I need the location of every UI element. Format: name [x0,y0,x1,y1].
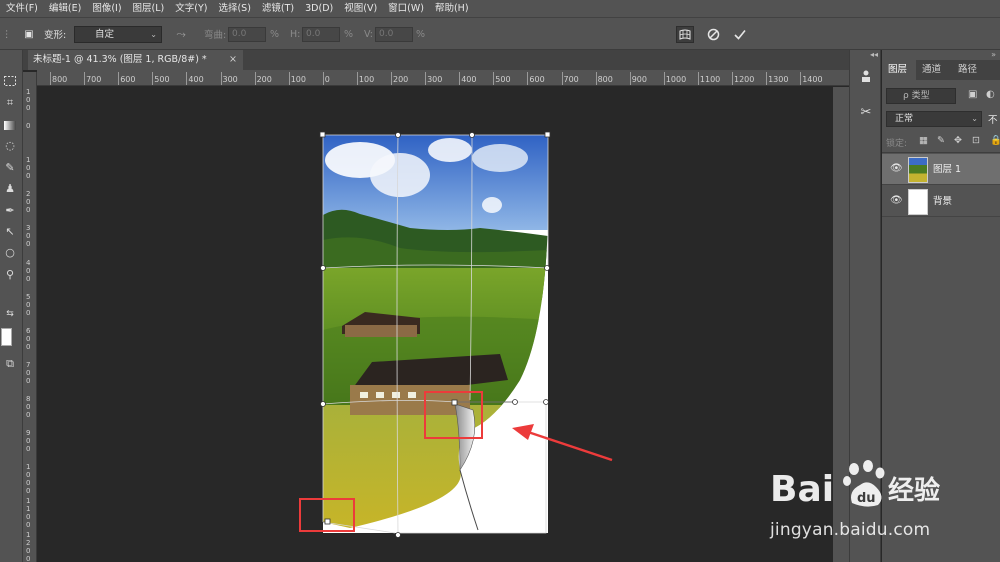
layer-row-background[interactable]: 👁 背景 [882,186,1000,217]
layer-thumbnail [908,157,928,183]
baidu-jingyan-watermark: Bai du 经验 [770,460,940,510]
annotation-box-corner-handle [299,498,355,532]
paw-logo-icon: du [843,460,885,507]
lock-position-icon[interactable]: ✥ [954,135,962,146]
opacity-label: 不 [988,115,998,126]
lock-all-icon[interactable]: 🔒 [990,135,1000,146]
tab-layers[interactable]: 图层 [882,60,916,80]
layer-name: 图层 1 [933,164,962,175]
layer-thumbnail [908,189,928,215]
tab-paths[interactable]: 路径 [958,60,977,80]
photoshop-window: 文件(F) 编辑(E) 图像(I) 图层(L) 文字(Y) 选择(S) 滤镜(T… [0,0,1000,562]
layer-name: 背景 [933,196,953,207]
properties-panel-icon[interactable] [856,66,876,86]
lock-artboard-icon[interactable]: ⊡ [972,135,980,146]
watermark-url: jingyan.baidu.com [770,520,931,540]
visibility-eye-icon[interactable]: 👁 [890,195,903,206]
layer-row-1[interactable]: 👁 图层 1 [882,154,1000,185]
watermark-brand: Bai [770,469,834,510]
adjustments-panel-icon[interactable]: ✂ [856,102,876,122]
adjustment-filter-icon[interactable]: ◐ [986,89,995,100]
layer-filter-field[interactable]: ρ 类型 [886,88,956,104]
panel-divider [882,152,1000,153]
tab-channels[interactable]: 通道 [922,60,941,80]
annotation-box-curl-handle [424,391,483,439]
collapse-panels-icon[interactable]: ◂◂ [870,50,878,59]
lock-label: 锁定: [886,139,908,149]
lock-transparent-icon[interactable]: ▦ [919,135,928,146]
blend-mode-value: 正常 [895,114,914,124]
svg-text:du: du [857,491,876,506]
image-filter-icon[interactable]: ▣ [968,89,977,100]
chevron-down-icon: ⌄ [971,114,978,123]
panel-collapse-icon[interactable]: » [991,50,996,59]
blend-mode-dropdown[interactable]: 正常 ⌄ [886,111,982,127]
watermark-brand-2: 经验 [888,475,940,506]
lock-pixels-icon[interactable]: ✎ [937,135,945,146]
visibility-eye-icon[interactable]: 👁 [890,163,903,174]
